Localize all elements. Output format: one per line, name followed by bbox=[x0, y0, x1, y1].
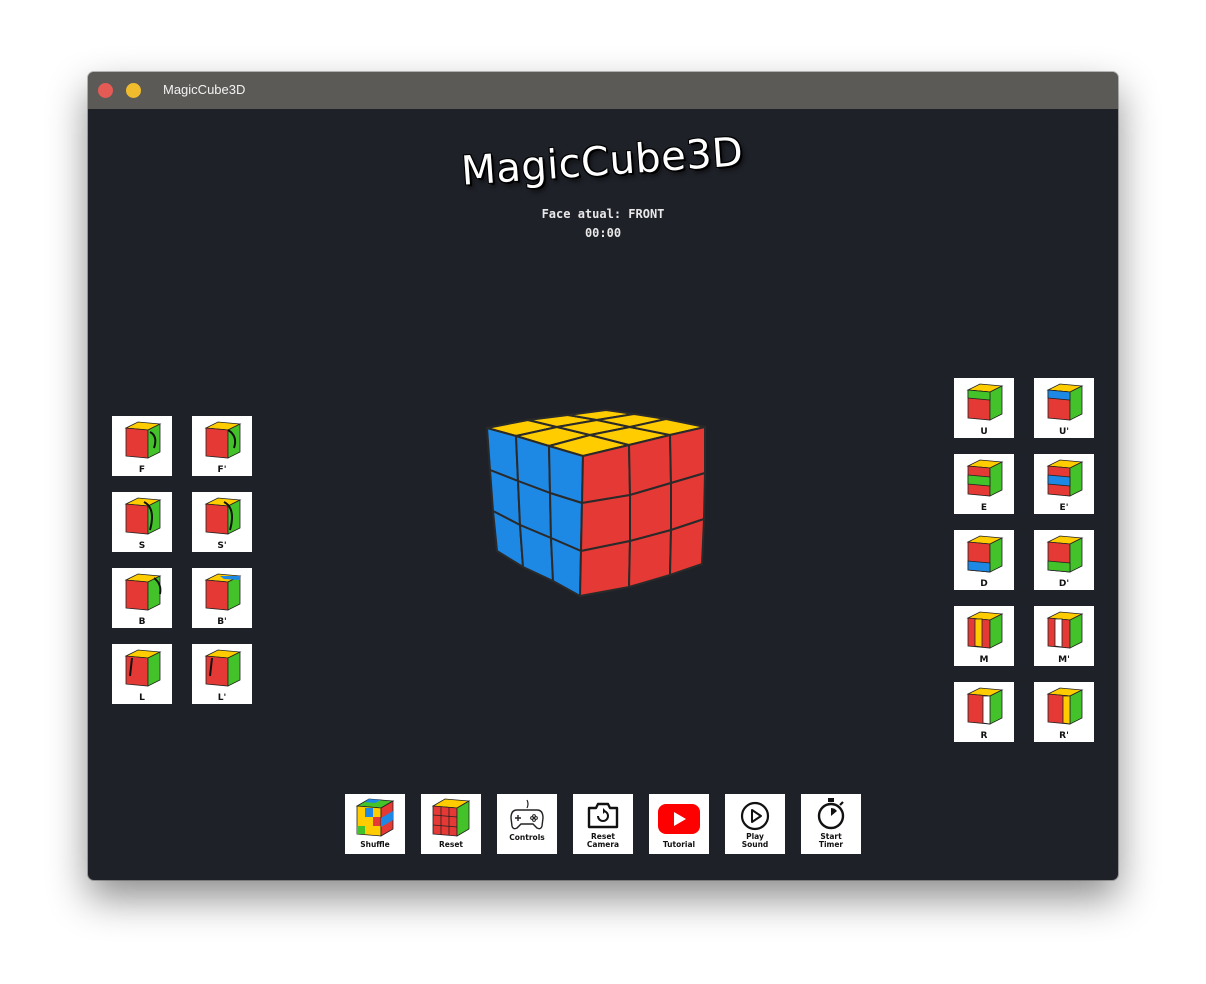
start-timer-label-line2: Timer bbox=[818, 840, 844, 849]
cube-move-icon bbox=[124, 649, 162, 687]
move-u-button[interactable]: U bbox=[954, 378, 1014, 438]
move-label: B' bbox=[217, 617, 227, 627]
move-e-prime-button[interactable]: E' bbox=[1034, 454, 1094, 514]
move-label: F' bbox=[217, 465, 227, 475]
move-label: L' bbox=[217, 693, 227, 703]
move-label: R' bbox=[1059, 731, 1069, 741]
close-window-button[interactable] bbox=[98, 83, 113, 98]
camera-reset-icon bbox=[587, 802, 619, 829]
move-label: U bbox=[980, 427, 988, 437]
move-s-button[interactable]: S bbox=[112, 492, 172, 552]
move-m-button[interactable]: M bbox=[954, 606, 1014, 666]
play-sound-label-line2: Sound bbox=[741, 840, 769, 849]
shuffle-label: Shuffle bbox=[360, 840, 390, 849]
cube-move-icon bbox=[966, 687, 1004, 725]
play-icon bbox=[740, 801, 770, 831]
cube-move-icon bbox=[204, 573, 242, 611]
move-label: M bbox=[979, 655, 989, 665]
stopwatch-icon bbox=[817, 798, 845, 830]
move-f-prime-button[interactable]: F' bbox=[192, 416, 252, 476]
move-label: R bbox=[980, 731, 988, 741]
move-u-prime-button[interactable]: U' bbox=[1034, 378, 1094, 438]
move-label: U' bbox=[1058, 427, 1070, 437]
cube-move-icon bbox=[966, 611, 1004, 649]
move-label: S bbox=[138, 541, 146, 551]
move-label: B bbox=[138, 617, 146, 627]
youtube-icon bbox=[658, 804, 700, 834]
cube-move-icon bbox=[1046, 459, 1084, 497]
current-face-label: Face atual: FRONT bbox=[541, 207, 665, 221]
move-label: E' bbox=[1059, 503, 1069, 513]
move-b-button[interactable]: B bbox=[112, 568, 172, 628]
timer-display: 00:00 bbox=[584, 226, 622, 240]
reset-button[interactable]: Reset bbox=[421, 794, 481, 854]
cube-move-icon bbox=[1046, 535, 1084, 573]
title-bar[interactable]: MagicCube3D bbox=[88, 72, 1118, 109]
play-sound-button[interactable]: Play Sound bbox=[725, 794, 785, 854]
cube-move-icon bbox=[204, 497, 242, 535]
move-label: M' bbox=[1058, 655, 1070, 665]
move-f-button[interactable]: F bbox=[112, 416, 172, 476]
app-logo: MagicCube3D bbox=[459, 129, 745, 195]
cube-move-icon bbox=[966, 459, 1004, 497]
controls-label: Controls bbox=[509, 833, 545, 842]
reset-label: Reset bbox=[439, 840, 463, 849]
start-timer-button[interactable]: Start Timer bbox=[801, 794, 861, 854]
window-title: MagicCube3D bbox=[163, 82, 246, 97]
shuffle-button[interactable]: Shuffle bbox=[345, 794, 405, 854]
move-label: L bbox=[139, 693, 145, 703]
cube-move-icon bbox=[966, 535, 1004, 573]
move-d-prime-button[interactable]: D' bbox=[1034, 530, 1094, 590]
move-s-prime-button[interactable]: S' bbox=[192, 492, 252, 552]
cube-move-icon bbox=[1046, 383, 1084, 421]
move-e-button[interactable]: E bbox=[954, 454, 1014, 514]
cube-move-icon bbox=[124, 421, 162, 459]
cube-move-icon bbox=[204, 421, 242, 459]
tutorial-button[interactable]: Tutorial bbox=[649, 794, 709, 854]
tutorial-label: Tutorial bbox=[662, 840, 696, 849]
cube-move-icon bbox=[124, 573, 162, 611]
reset-camera-label-line2: Camera bbox=[586, 840, 620, 849]
shuffle-cube-icon bbox=[355, 798, 395, 837]
controls-button[interactable]: Controls bbox=[497, 794, 557, 854]
move-label: E bbox=[980, 503, 988, 513]
move-b-prime-button[interactable]: B' bbox=[192, 568, 252, 628]
cube-move-icon bbox=[1046, 611, 1084, 649]
app-window: MagicCube3D MagicCube3D Face atual: FRON… bbox=[88, 72, 1118, 880]
rubiks-cube-3d[interactable] bbox=[471, 399, 731, 649]
cube-move-icon bbox=[966, 383, 1004, 421]
move-label: D bbox=[980, 579, 988, 589]
cube-move-icon bbox=[204, 649, 242, 687]
cube-move-icon bbox=[1046, 687, 1084, 725]
move-l-button[interactable]: L bbox=[112, 644, 172, 704]
solved-cube-icon bbox=[431, 798, 471, 837]
move-label: D' bbox=[1058, 579, 1070, 589]
reset-camera-button[interactable]: Reset Camera bbox=[573, 794, 633, 854]
cube-move-icon bbox=[124, 497, 162, 535]
move-l-prime-button[interactable]: L' bbox=[192, 644, 252, 704]
move-m-prime-button[interactable]: M' bbox=[1034, 606, 1094, 666]
minimize-window-button[interactable] bbox=[126, 83, 141, 98]
move-label: F bbox=[138, 465, 146, 475]
move-r-prime-button[interactable]: R' bbox=[1034, 682, 1094, 742]
gamepad-icon bbox=[510, 799, 544, 830]
game-canvas[interactable]: MagicCube3D Face atual: FRONT 00:00 F F'… bbox=[91, 109, 1115, 877]
move-r-button[interactable]: R bbox=[954, 682, 1014, 742]
move-d-button[interactable]: D bbox=[954, 530, 1014, 590]
move-label: S' bbox=[217, 541, 227, 551]
